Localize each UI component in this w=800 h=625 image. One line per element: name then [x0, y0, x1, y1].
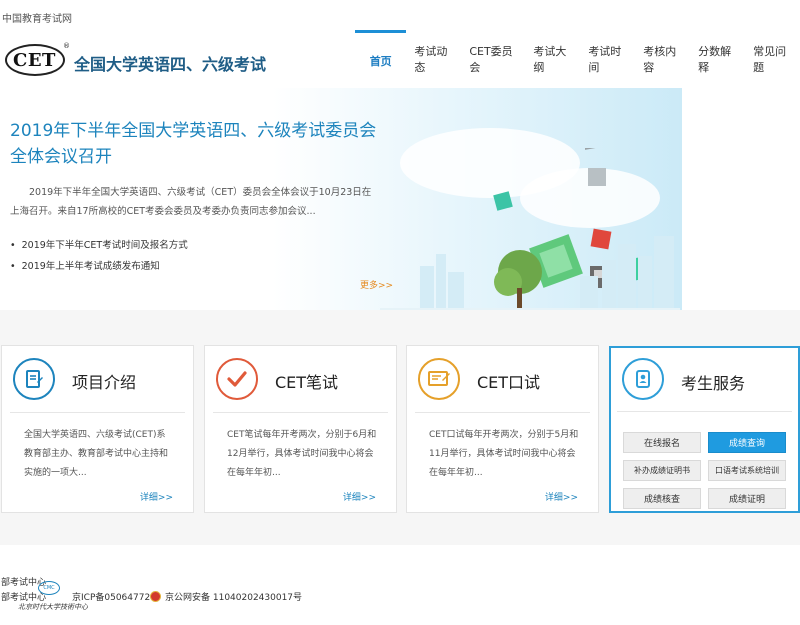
score-certificate-button[interactable]: 成绩证明 — [708, 488, 786, 509]
card-oral-test[interactable]: CET口试 CET口试每年开考两次，分别于5月和11月举行，具体考试时间我中心将… — [406, 345, 599, 513]
divider — [415, 412, 590, 413]
site-name[interactable]: 中国教育考试网 — [2, 10, 72, 25]
divider — [617, 411, 792, 412]
card-written-test[interactable]: CET笔试 CET笔试每年开考两次，分别于6月和12月举行，具体考试时间我中心将… — [204, 345, 397, 513]
score-verification-button[interactable]: 成绩核查 — [623, 488, 701, 509]
document-icon — [13, 358, 55, 400]
online-registration-button[interactable]: 在线报名 — [623, 432, 701, 453]
police-record[interactable]: 京公网安备 11040202430017号 — [150, 590, 302, 603]
nav-item-scores[interactable]: 分数解释 — [690, 30, 745, 88]
news-link[interactable]: 2019年下半年CET考试时间及报名方式 — [10, 235, 188, 256]
logo-text: CET — [13, 50, 56, 71]
contacts-icon — [622, 358, 664, 400]
hero-description: 2019年下半年全国大学英语四、六级考试（CET）委员会全体会议于10月23日在… — [10, 187, 372, 217]
detail-link[interactable]: 详细>> — [140, 490, 173, 503]
detail-link[interactable]: 详细>> — [343, 490, 376, 503]
cube-icon — [585, 148, 611, 186]
brand-title: 全国大学英语四、六级考试 — [74, 55, 267, 74]
nav-item-schedule[interactable]: 考试时间 — [580, 30, 635, 88]
hero-title-line1[interactable]: 2019年下半年全国大学英语四、六级考试委员会 — [10, 118, 380, 144]
header: CET ® 全国大学英语四、六级考试 首页 考试动态 CET委员会 考试大纲 考… — [0, 30, 800, 88]
card-description: 全国大学英语四、六级考试(CET)系教育部主办、教育部考试中心主持和实施的一项大… — [24, 430, 169, 478]
more-link[interactable]: 更多>> — [360, 278, 393, 291]
cube-icon — [493, 191, 513, 211]
card-description: CET笔试每年开考两次，分别于6月和12月举行，具体考试时间我中心将会在每年年初… — [227, 430, 377, 478]
service-title: 考生服务 — [681, 374, 746, 393]
oral-system-training-button[interactable]: 口语考试系统培训 — [708, 460, 786, 481]
score-query-button[interactable]: 成绩查询 — [708, 432, 786, 453]
card-description: CET口试每年开考两次，分别于5月和11月举行，具体考试时间我中心将会在每年年初… — [429, 430, 579, 478]
cet-logo[interactable]: CET ® — [5, 42, 70, 78]
nav-item-content[interactable]: 考核内容 — [635, 30, 690, 88]
nav-item-committee[interactable]: CET委员会 — [461, 30, 525, 88]
nav-item-news[interactable]: 考试动态 — [406, 30, 461, 88]
nav-item-syllabus[interactable]: 考试大纲 — [525, 30, 580, 88]
nav-item-home[interactable]: 首页 — [355, 30, 407, 88]
divider — [10, 412, 185, 413]
hero-banner: 2019年下半年全国大学英语四、六级考试委员会 全体会议召开 2019年下半年全… — [0, 88, 682, 310]
detail-link[interactable]: 详细>> — [545, 490, 578, 503]
logo-registered-mark: ® — [63, 42, 70, 50]
tree-icon — [494, 250, 542, 310]
reissue-certificate-button[interactable]: 补办成绩证明书 — [623, 460, 701, 481]
police-badge-icon — [150, 591, 161, 602]
news-link[interactable]: 2019年上半年考试成绩发布通知 — [10, 256, 188, 277]
hero-title[interactable]: 2019年下半年全国大学英语四、六级考试委员会 全体会议召开 — [10, 118, 380, 170]
watermark-signature: 北京时代大学技術中心 — [18, 603, 88, 611]
card-title: CET口试 — [477, 373, 541, 392]
card-candidate-service: 考生服务 在线报名 成绩查询 补办成绩证明书 口语考试系统培训 成绩核查 成绩证… — [609, 346, 800, 513]
main-nav: 首页 考试动态 CET委员会 考试大纲 考试时间 考核内容 分数解释 常见问题 — [355, 30, 800, 88]
divider — [213, 412, 388, 413]
hero-title-line2[interactable]: 全体会议召开 — [10, 144, 380, 170]
certificate-icon — [418, 358, 460, 400]
card-title: CET笔试 — [275, 373, 339, 392]
card-project-intro[interactable]: 项目介绍 全国大学英语四、六级考试(CET)系教育部主办、教育部考试中心主持和实… — [1, 345, 194, 513]
checkmark-icon — [216, 358, 258, 400]
hero-news-list: 2019年下半年CET考试时间及报名方式 2019年上半年考试成绩发布通知 — [10, 235, 188, 277]
top-bar: 中国教育考试网 — [0, 0, 800, 30]
footer: 部考试中心 部考试中心 CMC 京ICP备05064772号 京公网安备 110… — [0, 545, 800, 625]
card-title: 项目介绍 — [72, 373, 137, 392]
cmc-logo-icon: CMC — [38, 581, 60, 595]
nav-item-faq[interactable]: 常见问题 — [745, 30, 800, 88]
cube-icon — [590, 228, 612, 250]
police-record-text[interactable]: 京公网安备 11040202430017号 — [165, 590, 302, 603]
hero-illustration — [380, 148, 680, 310]
